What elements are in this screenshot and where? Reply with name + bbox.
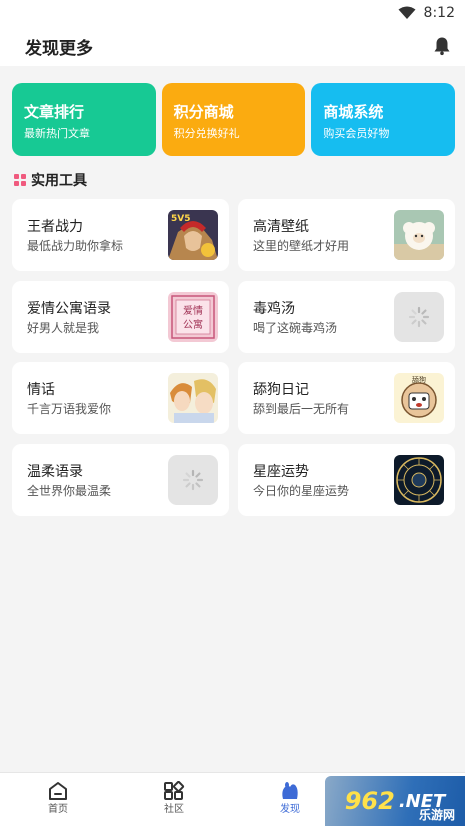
feature-card-subtitle: 购买会员好物 — [323, 127, 390, 140]
wifi-icon — [398, 6, 416, 19]
feature-card-title: 文章排行 — [24, 103, 85, 121]
page-title: 发现更多 — [25, 38, 93, 59]
nav-discover[interactable]: 发现 — [260, 781, 320, 816]
community-icon — [164, 781, 185, 800]
feature-card-mall-system[interactable]: 商城系统 购买会员好物 — [311, 83, 456, 156]
loading-spinner-icon — [394, 292, 444, 342]
feature-card-subtitle: 积分兑换好礼 — [173, 127, 240, 140]
bell-icon[interactable] — [433, 36, 451, 56]
home-icon — [49, 782, 67, 800]
nav-home[interactable]: 首页 — [28, 781, 88, 816]
tool-card-love-words[interactable]: 情话 千言万语我爱你 — [12, 362, 229, 434]
tool-card-title: 高清壁纸 — [253, 219, 309, 235]
tool-card-poison-soup[interactable]: 毒鸡汤 喝了这碗毒鸡汤 — [238, 281, 455, 353]
tool-card-subtitle: 这里的壁纸才好用 — [253, 239, 350, 253]
grid-icon — [14, 174, 26, 186]
watermark-brand: 962 — [344, 787, 395, 815]
love-apartment-text-1: 爱情 — [183, 304, 203, 317]
tool-card-title: 爱情公寓语录 — [27, 301, 111, 317]
section-title-label: 实用工具 — [31, 173, 87, 189]
status-time: 8:12 — [423, 5, 455, 21]
dog-mascot-image: 舔狗 — [394, 373, 444, 423]
tool-card-gentle-quotes[interactable]: 温柔语录 全世界你最温柔 — [12, 444, 229, 516]
feature-card-articles[interactable]: 文章排行 最新热门文章 — [12, 83, 156, 156]
game-badge-text: 5V5 — [171, 214, 191, 224]
tool-card-subtitle: 千言万语我爱你 — [27, 402, 112, 416]
feature-card-subtitle: 最新热门文章 — [24, 127, 90, 140]
feature-card-title: 积分商城 — [173, 103, 234, 121]
discover-icon — [282, 782, 298, 799]
tool-card-king-power[interactable]: 王者战力 最低战力助你拿标 5V5 — [12, 199, 229, 271]
tool-card-title: 情话 — [27, 382, 55, 398]
feature-card-points-mall[interactable]: 积分商城 积分兑换好礼 — [161, 83, 306, 156]
love-apartment-image: 爱情 公寓 — [168, 292, 218, 342]
dog-badge-text: 舔狗 — [412, 375, 426, 384]
tool-card-subtitle: 喝了这碗毒鸡汤 — [253, 321, 338, 335]
tool-card-subtitle: 今日你的星座运势 — [253, 484, 350, 498]
page-header: 发现更多 — [0, 26, 465, 66]
tool-card-subtitle: 全世界你最温柔 — [27, 484, 112, 498]
loading-spinner-icon — [168, 455, 218, 505]
watermark-logo: 962 .NET 乐游网 — [325, 776, 465, 826]
tool-card-subtitle: 好男人就是我 — [27, 321, 100, 335]
nav-discover-label: 发现 — [280, 804, 300, 815]
tool-card-title: 毒鸡汤 — [253, 301, 295, 317]
zodiac-image — [394, 455, 444, 505]
tool-card-subtitle: 舔到最后一无所有 — [253, 402, 350, 416]
sheep-image — [394, 210, 444, 260]
section-title: 实用工具 — [14, 171, 87, 189]
tool-card-title: 星座运势 — [253, 464, 309, 480]
tool-card-dog-diary[interactable]: 舔狗日记 舔到最后一无所有 舔狗 — [238, 362, 455, 434]
status-bar: 8:12 — [0, 0, 465, 26]
tool-card-title: 温柔语录 — [27, 464, 83, 480]
tool-card-title: 舔狗日记 — [253, 382, 309, 398]
love-apartment-text-2: 公寓 — [183, 318, 203, 331]
nav-community-label: 社区 — [164, 804, 184, 815]
tool-card-subtitle: 最低战力助你拿标 — [27, 239, 124, 253]
feature-card-title: 商城系统 — [323, 103, 384, 121]
nav-community[interactable]: 社区 — [144, 781, 204, 816]
watermark-sub: 乐游网 — [418, 808, 455, 822]
tool-card-horoscope[interactable]: 星座运势 今日你的星座运势 — [238, 444, 455, 516]
nav-home-label: 首页 — [48, 804, 68, 815]
feature-card-row: 文章排行 最新热门文章 积分商城 积分兑换好礼 商城系统 购买会员好物 — [12, 83, 456, 156]
tool-card-love-apartment[interactable]: 爱情公寓语录 好男人就是我 爱情 公寓 — [12, 281, 229, 353]
anime-couple-image — [168, 373, 218, 423]
tool-card-title: 王者战力 — [27, 219, 83, 235]
tool-card-wallpaper[interactable]: 高清壁纸 这里的壁纸才好用 — [238, 199, 455, 271]
game-hero-image: 5V5 — [168, 210, 218, 260]
